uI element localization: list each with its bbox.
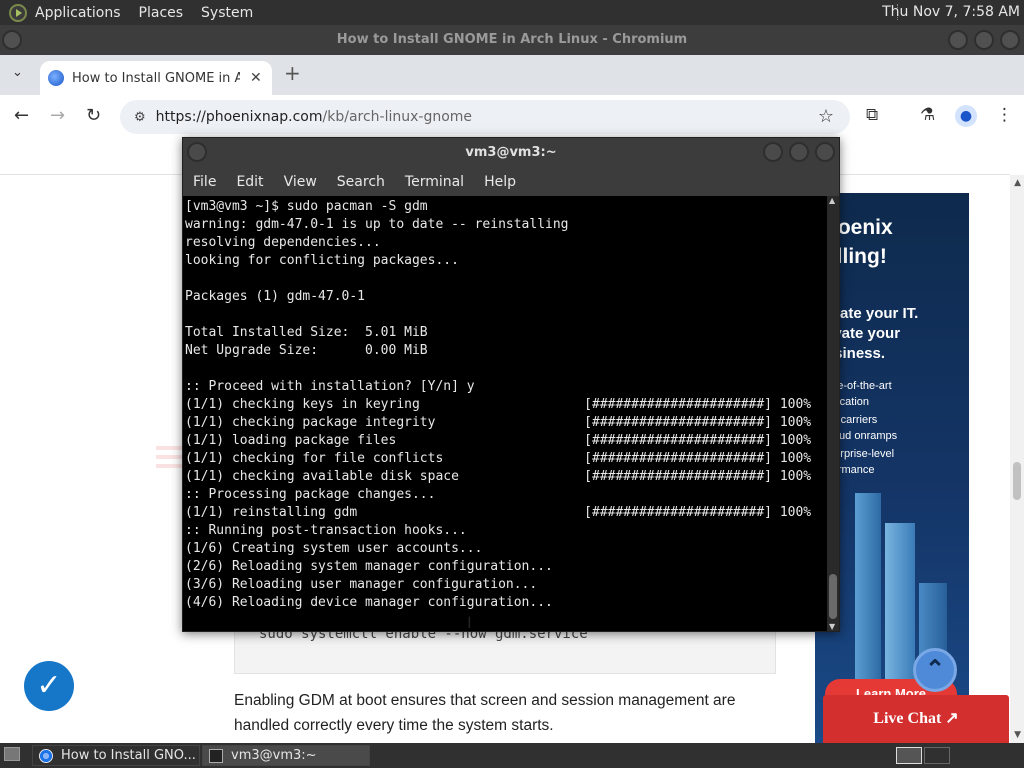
terminal-line: (1/1) checking keys in keyring [########… [185,397,812,412]
terminal-menu-help[interactable]: Help [484,174,516,190]
menu-places[interactable]: Places [139,5,184,21]
menu-applications[interactable]: Applications [35,5,121,21]
terminal-menu-view[interactable]: View [284,174,317,190]
clock[interactable]: Thu Nov 7, 7:58 AM [882,4,1020,20]
terminal-line: (3/6) Reloading user manager configurati… [185,577,538,592]
terminal-scroll-thumb[interactable] [829,574,837,619]
tab-close-icon[interactable]: ✕ [250,70,262,86]
tab-list-chevron-icon[interactable]: ⌄ [12,65,23,80]
browser-window-title: How to Install GNOME in Arch Linux - Chr… [336,32,688,47]
workspace-2[interactable] [924,747,950,764]
terminal-menu-terminal[interactable]: Terminal [405,174,464,190]
applications-icon[interactable] [9,3,27,22]
scroll-down-arrow-icon[interactable]: ▼ [1014,730,1021,740]
close-window-button[interactable] [1000,30,1020,50]
terminal-line: :: Running post-transaction hooks... [185,523,467,538]
terminal-close-button[interactable] [815,142,835,162]
window-menu-button[interactable] [2,30,22,50]
terminal-menubar: File Edit View Search Terminal Help [183,168,839,196]
labs-flask-icon[interactable]: ⚗ [920,105,935,125]
back-arrow-icon[interactable]: ← [14,105,29,126]
terminal-line: Packages (1) gdm-47.0-1 [185,289,366,304]
show-desktop-icon[interactable] [4,747,20,761]
workspace-1[interactable] [896,747,922,764]
address-bar[interactable]: ⚙ https://phoenixnap.com/kb/arch-linux-g… [120,100,850,134]
terminal-line: Net Upgrade Size: 0.00 MiB [185,343,428,358]
terminal-window[interactable]: vm3@vm3:~ File Edit View Search Terminal… [182,137,840,632]
bookmark-star-icon[interactable]: ☆ [818,106,834,127]
tab-title: How to Install GNOME in Arch Linux [72,70,240,86]
site-info-icon[interactable]: ⚙ [134,110,146,125]
terminal-line: :: Processing package changes... [185,487,436,502]
terminal-line: resolving dependencies... [185,235,381,250]
url-path: /kb/arch-linux-gnome [322,109,473,125]
terminal-line: :: Proceed with installation? [Y/n] y [185,379,475,394]
browser-title-bar: How to Install GNOME in Arch Linux - Chr… [0,25,1024,55]
terminal-scroll-down-icon[interactable]: ▼ [829,622,835,631]
scroll-to-top-icon[interactable]: ⌃ [913,648,957,692]
forward-arrow-icon[interactable]: → [50,105,65,126]
panel-menu: Applications Places System [35,5,271,21]
page-scrollbar[interactable] [1010,175,1024,743]
taskbar-item-label: vm3@vm3:~ [231,748,317,763]
terminal-scrollbar[interactable]: ▲ ▼ [827,196,839,631]
live-chat-button[interactable]: Live Chat ↗ [823,695,1009,743]
terminal-line: (1/1) checking available disk space [###… [185,469,812,484]
url-host: https://phoenixnap.com [155,109,323,125]
terminal-line: (1/6) Creating system user accounts... [185,541,483,556]
terminal-line: (1/1) reinstalling gdm [################… [185,505,812,520]
check-badge-icon[interactable]: ✓ [24,661,74,711]
terminal-minimize-button[interactable] [763,142,783,162]
terminal-menu-file[interactable]: File [193,174,216,190]
terminal-output[interactable]: [vm3@vm3 ~]$ sudo pacman -S gdm warning: … [183,196,827,631]
terminal-line: [vm3@vm3 ~]$ sudo pacman -S gdm [185,199,428,214]
menu-system[interactable]: System [201,5,253,21]
terminal-menu-search[interactable]: Search [337,174,385,190]
taskbar-item-terminal[interactable]: vm3@vm3:~ [202,745,370,766]
top-panel: Applications Places System Thu Nov 7, 7:… [0,0,1024,25]
terminal-line: warning: gdm-47.0-1 is up to date -- rei… [185,217,569,232]
scroll-up-arrow-icon[interactable]: ▲ [1014,178,1021,188]
taskbar-item-label: How to Install GNO... [61,748,196,763]
terminal-line: Total Installed Size: 5.01 MiB [185,325,428,340]
minimize-button[interactable] [948,30,968,50]
terminal-icon [209,748,223,763]
bottom-taskbar: How to Install GNO... vm3@vm3:~ [0,743,1024,768]
more-menu-icon[interactable]: ⋮ [996,105,1013,125]
browser-toolbar: ← → ↻ ⚙ https://phoenixnap.com/kb/arch-l… [0,95,1024,140]
browser-tab[interactable]: How to Install GNOME in Arch Linux ✕ [40,61,272,95]
globe-favicon-icon [48,70,64,86]
maximize-button[interactable] [974,30,994,50]
terminal-line: (1/1) checking package integrity [######… [185,415,812,430]
reload-icon[interactable]: ↻ [86,105,101,126]
terminal-line: (2/6) Reloading system manager configura… [185,559,553,574]
text-cursor-icon: I [467,613,472,632]
tab-strip: ⌄ How to Install GNOME in Arch Linux ✕ + [0,55,1024,95]
profile-avatar-icon[interactable]: ● [955,105,977,127]
terminal-title: vm3@vm3:~ [465,145,557,160]
terminal-line: (1/1) loading package files [###########… [185,433,812,448]
new-tab-icon[interactable]: + [284,61,301,85]
chromium-icon [39,748,53,763]
terminal-line: (1/1) checking for file conflicts [#####… [185,451,812,466]
terminal-menu-edit[interactable]: Edit [236,174,263,190]
extensions-puzzle-icon[interactable]: ⧉ [866,105,878,125]
terminal-maximize-button[interactable] [789,142,809,162]
terminal-line: (4/6) Reloading device manager configura… [185,595,553,610]
terminal-scroll-up-icon[interactable]: ▲ [829,196,835,205]
taskbar-item-browser[interactable]: How to Install GNO... [32,745,200,766]
page-scroll-thumb[interactable] [1013,462,1021,500]
article-paragraph: Enabling GDM at boot ensures that screen… [234,692,736,734]
terminal-line: looking for conflicting packages... [185,253,459,268]
